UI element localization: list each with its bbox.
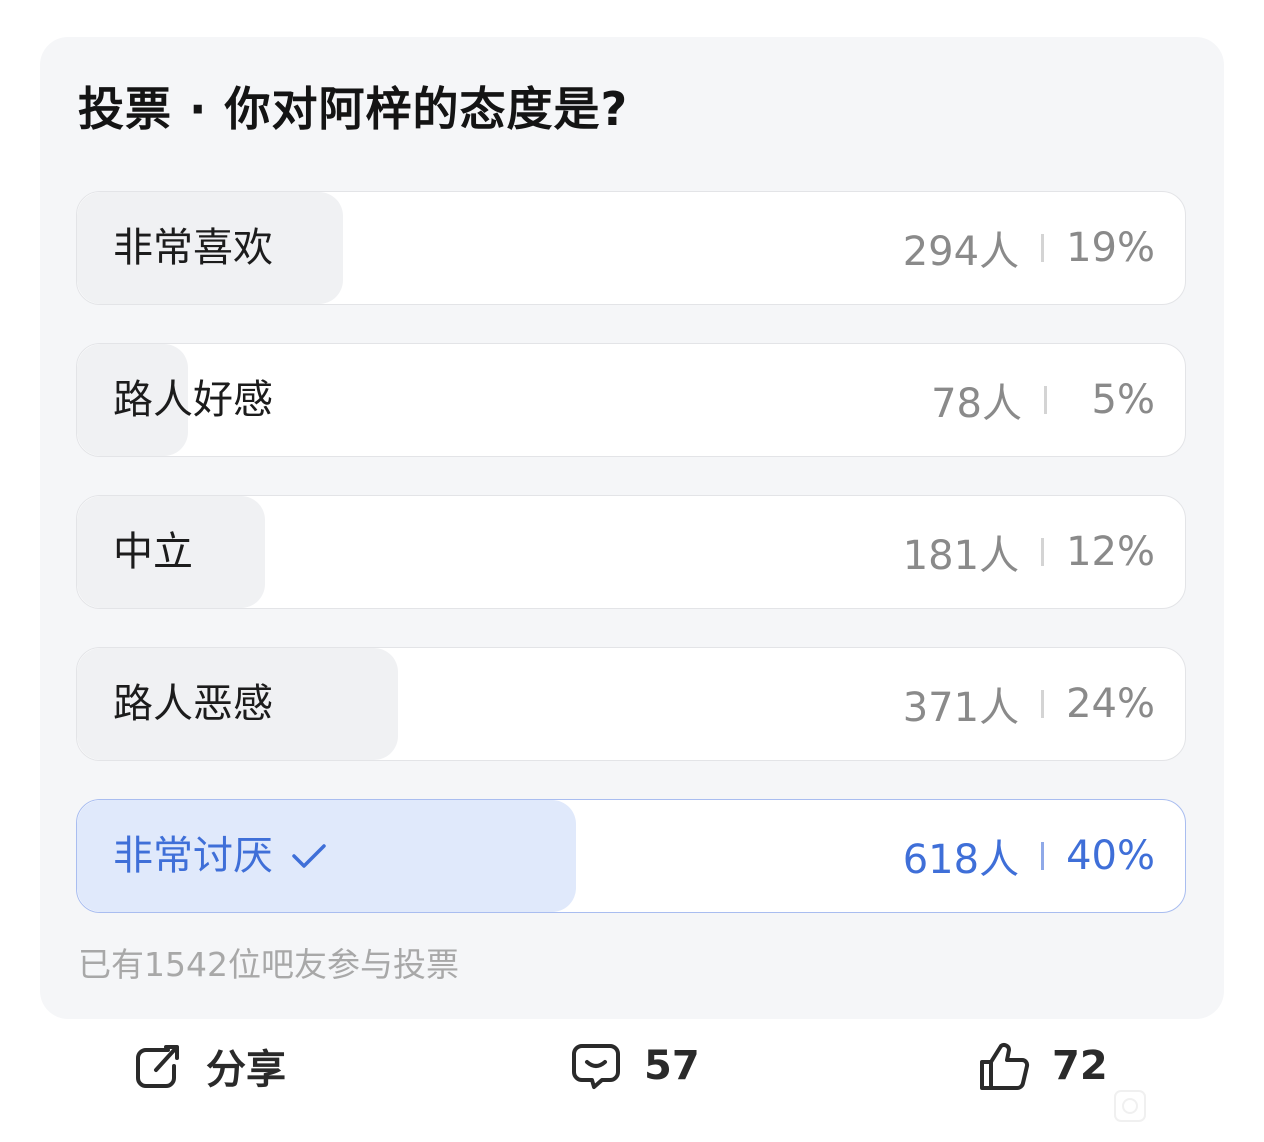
option-vote-count: 181人 <box>902 533 1020 579</box>
option-label-text: 路人好感 <box>113 377 273 423</box>
share-button[interactable]: 分享 <box>132 1036 286 1096</box>
poll-title: 投票 · 你对阿梓的态度是? <box>78 82 629 136</box>
stats-divider <box>1041 690 1045 718</box>
stats-divider <box>1041 842 1045 870</box>
option-label: 非常喜欢 <box>113 192 273 304</box>
share-label: 分享 <box>206 1047 286 1093</box>
poll-option-neutral[interactable]: 中立 181人 12% <box>76 495 1186 609</box>
option-label: 中立 <box>113 496 193 608</box>
share-icon <box>136 1045 179 1088</box>
comment-icon <box>572 1044 620 1089</box>
option-vote-count: 618人 <box>902 837 1020 883</box>
option-stats: 181人 12% <box>903 496 1155 608</box>
option-percent: 5% <box>1091 377 1155 423</box>
poll-option-very-dislike[interactable]: 非常讨厌 618人 40% <box>76 799 1186 913</box>
option-percent: 12% <box>1066 529 1155 575</box>
comment-count: 57 <box>644 1043 700 1089</box>
poll-participant-count: 已有1542位吧友参与投票 <box>78 945 459 984</box>
option-vote-count: 371人 <box>902 685 1020 731</box>
thumbs-up-icon <box>980 1043 1030 1090</box>
option-percent: 40% <box>1066 833 1155 879</box>
option-percent: 19% <box>1066 225 1155 271</box>
option-label-text: 非常喜欢 <box>113 225 273 271</box>
watermark-icon <box>1114 1090 1146 1122</box>
option-percent: 24% <box>1066 681 1155 727</box>
option-label-text: 路人恶感 <box>113 681 273 727</box>
option-label: 非常讨厌 <box>113 800 327 912</box>
poll-option-mild-like[interactable]: 路人好感 78人 5% <box>76 343 1186 457</box>
stats-divider <box>1041 234 1045 262</box>
option-label-text: 中立 <box>113 529 193 575</box>
option-stats: 371人 24% <box>903 648 1155 760</box>
check-icon <box>292 844 326 868</box>
option-label-text: 非常讨厌 <box>113 833 273 879</box>
like-count: 72 <box>1052 1043 1108 1089</box>
option-vote-count: 294人 <box>902 229 1020 275</box>
option-stats: 78人 5% <box>931 344 1155 456</box>
poll-option-mild-dislike[interactable]: 路人恶感 371人 24% <box>76 647 1186 761</box>
option-label: 路人好感 <box>113 344 273 456</box>
stats-divider <box>1041 538 1045 566</box>
option-label: 路人恶感 <box>113 648 273 760</box>
comment-button[interactable]: 57 <box>570 1036 700 1096</box>
like-button[interactable]: 72 <box>978 1036 1108 1096</box>
stats-divider <box>1044 386 1047 414</box>
option-stats: 294人 19% <box>903 192 1155 304</box>
option-vote-count: 78人 <box>931 381 1022 427</box>
poll-card: 投票 · 你对阿梓的态度是? 非常喜欢 294人 19% 路人好感 78人 5%… <box>40 37 1224 1019</box>
option-stats: 618人 40% <box>903 800 1155 912</box>
poll-option-very-like[interactable]: 非常喜欢 294人 19% <box>76 191 1186 305</box>
